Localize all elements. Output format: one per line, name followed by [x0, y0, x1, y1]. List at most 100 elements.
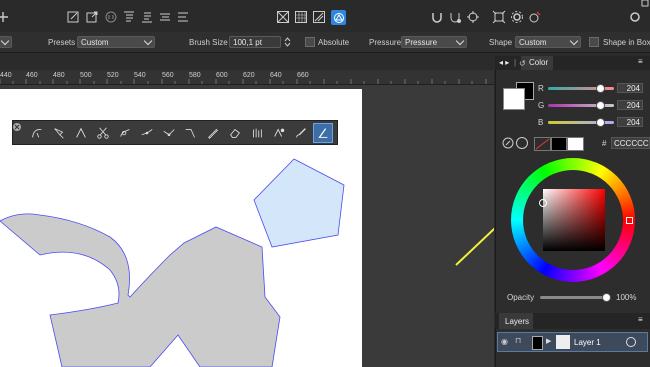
ruler-tick-label: 660 — [297, 72, 309, 79]
color-selector-handle[interactable] — [539, 199, 547, 207]
channel-g-value[interactable]: 204 — [617, 100, 643, 110]
brush-size-value: 100,1 pt — [233, 38, 262, 47]
pressure-brush-icon[interactable] — [313, 123, 333, 143]
align-middle-icon[interactable] — [158, 10, 172, 24]
saturation-value-square[interactable] — [543, 189, 605, 251]
place-image-icon[interactable] — [66, 10, 80, 24]
channel-g-handle[interactable] — [596, 101, 605, 110]
panel-menu-icon[interactable]: ≡ — [638, 315, 643, 324]
pen-tool-icon[interactable] — [51, 125, 67, 141]
hue-selector-handle[interactable] — [626, 217, 633, 224]
chevron-down-icon — [455, 36, 465, 46]
tab-layers[interactable]: Layers — [499, 313, 533, 329]
ruler-tick-label: 540 — [134, 72, 146, 79]
pressure-dropdown[interactable]: Pressure — [401, 36, 467, 48]
lock-icon[interactable]: ⊓ — [515, 336, 521, 345]
channel-r-label: R — [538, 84, 544, 93]
align-top-icon[interactable] — [122, 10, 136, 24]
distribute-icon[interactable] — [176, 10, 190, 24]
snapping-options-icon[interactable] — [448, 10, 462, 24]
brush-set-icon[interactable] — [249, 125, 265, 141]
brush-size-stepper[interactable] — [283, 36, 292, 48]
outline-view-icon[interactable] — [312, 10, 326, 24]
ruler-tick-label: 520 — [107, 72, 119, 79]
brush-size-field[interactable]: 100,1 pt — [229, 36, 281, 48]
layer-thumbnail — [556, 335, 570, 349]
chevron-down-icon — [569, 36, 579, 46]
opacity-label: Opacity — [507, 293, 535, 302]
ruler-tick-label: 580 — [189, 72, 201, 79]
grey-brush-shape — [0, 213, 281, 367]
layer-visibility-toggle[interactable] — [626, 337, 636, 347]
layers-tab-label: Layers — [505, 317, 530, 326]
ruler-tick-label: 640 — [270, 72, 282, 79]
transform-origin-icon[interactable] — [466, 10, 480, 24]
designer-persona-icon[interactable] — [331, 10, 346, 25]
absolute-checkbox[interactable] — [305, 37, 315, 47]
ruler-tick-label: 440 — [0, 72, 12, 79]
pressure-value: Pressure — [405, 38, 438, 47]
window-close-icon[interactable] — [640, 0, 650, 8]
black-swatch[interactable] — [551, 137, 567, 151]
layer-name: Layer 1 — [574, 338, 601, 347]
expand-icon[interactable]: ▶ — [546, 337, 551, 345]
pencil-icon[interactable] — [205, 125, 221, 141]
symbols-icon[interactable] — [104, 10, 118, 24]
shape-builder-icon[interactable] — [117, 125, 133, 141]
layer-row[interactable]: ◉ ⊓ ▶ Layer 1 — [497, 332, 648, 352]
presets-dropdown[interactable]: Custom — [77, 36, 155, 48]
hex-input[interactable]: CCCCCC — [611, 137, 650, 149]
ruler-tick-label: 460 — [26, 72, 38, 79]
channel-r-handle[interactable] — [596, 84, 605, 93]
channel-b-value[interactable]: 204 — [617, 117, 643, 127]
opacity-handle[interactable] — [602, 293, 611, 302]
channel-b-handle[interactable] — [596, 118, 605, 127]
opacity-slider[interactable] — [540, 296, 608, 299]
swap-colors-icon[interactable]: ↺ — [519, 59, 526, 68]
close-icon[interactable] — [12, 122, 22, 132]
shape-dropdown[interactable]: Custom — [515, 36, 581, 48]
settings-icon[interactable] — [510, 10, 524, 24]
eyedropper-icon[interactable] — [502, 137, 514, 149]
align-bottom-icon[interactable] — [140, 10, 154, 24]
panel-menu-icon[interactable]: ≡ — [638, 57, 643, 66]
tool-options-dropdown[interactable] — [0, 36, 12, 48]
color-wells[interactable] — [502, 80, 536, 112]
annotation-arrow — [455, 227, 494, 266]
ruler-tick-label: 480 — [53, 72, 65, 79]
node-tool-icon[interactable] — [29, 125, 45, 141]
move-icon[interactable] — [0, 10, 10, 24]
assistant-icon[interactable] — [528, 10, 542, 24]
fill-brush-icon[interactable] — [271, 125, 287, 141]
absolute-label: Absolute — [318, 38, 350, 47]
smooth-tool-icon[interactable] — [183, 125, 199, 141]
panel-divider: | — [514, 58, 517, 67]
document-tab-area — [0, 53, 494, 70]
opacity-value: 100% — [616, 293, 637, 302]
scissors-icon[interactable] — [95, 125, 111, 141]
fill-well[interactable] — [503, 88, 525, 110]
corner-tool-icon[interactable] — [73, 125, 89, 141]
pressure-label: Pressure — [369, 38, 402, 47]
white-swatch[interactable] — [567, 137, 584, 151]
none-swatch[interactable] — [534, 137, 551, 151]
ruler-tick-label: 560 — [162, 72, 174, 79]
panel-grip-icon[interactable]: ◂ ▸ — [499, 58, 509, 67]
eraser-icon[interactable] — [227, 125, 243, 141]
export-icon[interactable] — [85, 10, 99, 24]
view-mode-icon[interactable] — [276, 10, 290, 24]
snapping-icon[interactable] — [430, 10, 444, 24]
insert-behind-icon[interactable] — [492, 10, 506, 24]
curve-tool-icon[interactable] — [161, 125, 177, 141]
channel-r-value[interactable]: 204 — [617, 83, 643, 93]
paint-brush-icon[interactable] — [293, 125, 309, 141]
customize-icon[interactable] — [628, 10, 642, 24]
point-transform-icon[interactable] — [139, 125, 155, 141]
color-picker-icon[interactable] — [516, 137, 528, 149]
shape-in-box-checkbox[interactable] — [589, 37, 599, 47]
floating-tools-toolbar — [12, 120, 338, 145]
visibility-icon[interactable]: ◉ — [501, 337, 508, 346]
brush-size-label: Brush Size — [189, 38, 228, 47]
pixel-grid-icon[interactable] — [294, 10, 308, 24]
presets-label: Presets — [48, 38, 76, 47]
